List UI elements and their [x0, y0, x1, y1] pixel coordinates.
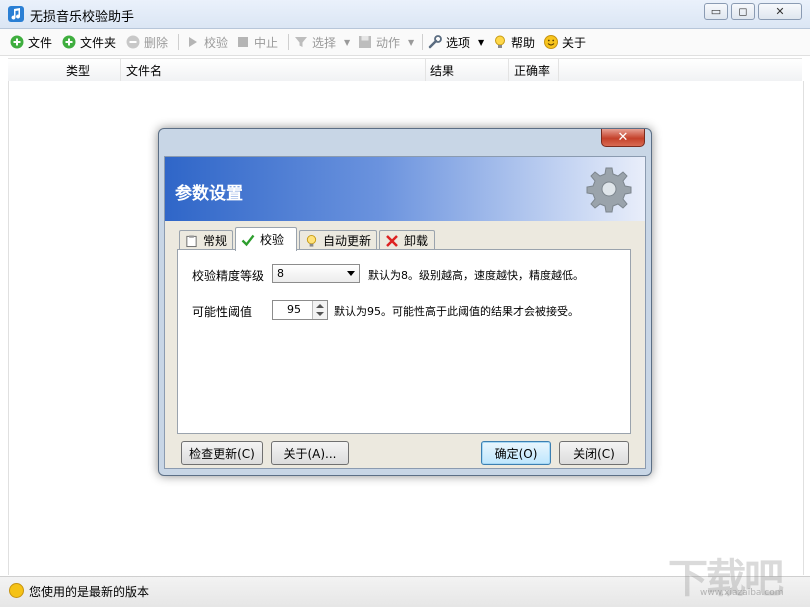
- wrench-icon: [428, 35, 442, 49]
- lightbulb-icon: [306, 234, 317, 247]
- smiley-icon: [9, 583, 24, 598]
- ok-button[interactable]: 确定(O): [481, 441, 551, 465]
- column-divider[interactable]: [558, 59, 559, 81]
- play-icon: [189, 37, 197, 47]
- about-dialog-button[interactable]: 关于(A)...: [271, 441, 349, 465]
- tab-uninstall[interactable]: 卸载: [379, 230, 435, 250]
- toolbar-separator: [288, 34, 289, 50]
- tab-general-label: 常规: [202, 234, 227, 248]
- column-divider[interactable]: [425, 59, 426, 81]
- action-label: 动作: [376, 35, 401, 50]
- column-header-accuracy[interactable]: 正确率: [514, 62, 550, 79]
- save-icon: [359, 36, 371, 48]
- precision-label: 校验精度等级: [192, 269, 265, 283]
- smiley-icon: [544, 35, 558, 49]
- help-button[interactable]: 帮助: [493, 33, 535, 51]
- action-dropdown-button[interactable]: 动作 ▼: [358, 33, 414, 51]
- dialog-title: 参数设置: [175, 184, 243, 204]
- stop-icon: [238, 37, 248, 47]
- close-dialog-button[interactable]: 关闭(C): [559, 441, 629, 465]
- dialog-close-button[interactable]: ✕: [601, 129, 645, 147]
- chevron-down-icon: [347, 271, 355, 276]
- lightbulb-icon: [495, 35, 505, 48]
- chevron-down-icon: ▼: [478, 37, 485, 47]
- gear-icon: [586, 167, 632, 213]
- add-icon: [10, 35, 24, 49]
- toolbar-separator: [178, 34, 179, 50]
- column-divider[interactable]: [508, 59, 509, 81]
- threshold-hint: 默认为95。可能性高于此阈值的结果才会被接受。: [334, 305, 579, 318]
- delete-label: 删除: [144, 35, 169, 50]
- toolbar: 文件 文件夹 删除 校验 中止 选择 ▼ 动作 ▼ 选项 ▼ 帮助 关于: [0, 29, 810, 56]
- verify-settings-panel: 校验精度等级 8 默认为8。级别越高，速度越快，精度越低。 可能性阈值 95 默…: [177, 249, 631, 434]
- help-label: 帮助: [511, 35, 536, 50]
- music-note-icon: [8, 6, 24, 22]
- tab-uninstall-label: 卸载: [404, 234, 429, 248]
- options-dropdown-button[interactable]: 选项 ▼: [428, 33, 484, 51]
- verify-label: 校验: [204, 35, 229, 50]
- threshold-label: 可能性阈值: [192, 305, 253, 319]
- column-divider[interactable]: [120, 59, 121, 81]
- about-label: 关于: [562, 35, 587, 50]
- column-header-filename[interactable]: 文件名: [126, 62, 162, 79]
- red-x-icon: [386, 234, 398, 247]
- tab-general[interactable]: 常规: [179, 230, 233, 250]
- chevron-down-icon: ▼: [344, 37, 351, 47]
- toolbar-separator: [422, 34, 423, 50]
- column-header-type[interactable]: 类型: [66, 62, 90, 79]
- minimize-button[interactable]: ▭: [704, 3, 728, 20]
- precision-select[interactable]: 8: [272, 264, 360, 283]
- checkmark-icon: [241, 234, 255, 246]
- stop-label: 中止: [254, 35, 279, 50]
- chevron-down-icon: ▼: [408, 37, 415, 47]
- threshold-value: 95: [287, 303, 301, 316]
- dialog-body: 参数设置 常规 校验 自动更新 卸载 校验精度等级 8 默认为8。级别越高，速度…: [164, 156, 646, 469]
- title-bar: 无损音乐校验助手 ▭ ◻ ✕: [0, 0, 810, 29]
- tab-auto-update[interactable]: 自动更新: [299, 230, 377, 250]
- settings-dialog: ✕ 参数设置 常规 校验 自动更新 卸载 校验精度等级 8 默认为8。级别越高，…: [158, 128, 652, 476]
- stepper-down-icon[interactable]: [316, 312, 324, 316]
- select-dropdown-button[interactable]: 选择 ▼: [294, 33, 350, 51]
- select-label: 选择: [312, 35, 337, 50]
- watermark-url: www.xiazaiba.com: [700, 588, 784, 598]
- status-text: 您使用的是最新的版本: [29, 585, 150, 599]
- delete-button[interactable]: 删除: [126, 33, 168, 51]
- stepper-up-icon[interactable]: [316, 304, 324, 308]
- clipboard-icon: [186, 234, 197, 247]
- check-update-button[interactable]: 检查更新(C): [181, 441, 263, 465]
- threshold-stepper[interactable]: 95: [272, 300, 328, 320]
- dialog-banner: 参数设置: [165, 157, 645, 221]
- filter-icon: [295, 37, 307, 47]
- precision-hint: 默认为8。级别越高，速度越快，精度越低。: [368, 269, 584, 282]
- column-header-result[interactable]: 结果: [430, 62, 454, 79]
- verify-button[interactable]: 校验: [186, 33, 228, 51]
- stop-button[interactable]: 中止: [236, 33, 278, 51]
- add-folder-label: 文件夹: [80, 35, 117, 50]
- window-close-button[interactable]: ✕: [758, 3, 802, 20]
- file-list-header: 类型 文件名 结果 正确率: [8, 58, 802, 82]
- about-button[interactable]: 关于: [544, 33, 586, 51]
- stepper-buttons[interactable]: [312, 301, 327, 319]
- add-file-label: 文件: [28, 35, 53, 50]
- tab-verify[interactable]: 校验: [235, 227, 297, 251]
- tab-auto-update-label: 自动更新: [322, 234, 371, 248]
- add-icon: [62, 35, 76, 49]
- add-folder-button[interactable]: 文件夹: [62, 33, 116, 51]
- restore-button[interactable]: ◻: [731, 3, 755, 20]
- add-file-button[interactable]: 文件: [10, 33, 52, 51]
- options-label: 选项: [446, 35, 471, 50]
- window-title: 无损音乐校验助手: [30, 10, 135, 25]
- tab-verify-label: 校验: [260, 233, 285, 247]
- remove-icon: [126, 35, 140, 49]
- precision-value: 8: [277, 267, 284, 280]
